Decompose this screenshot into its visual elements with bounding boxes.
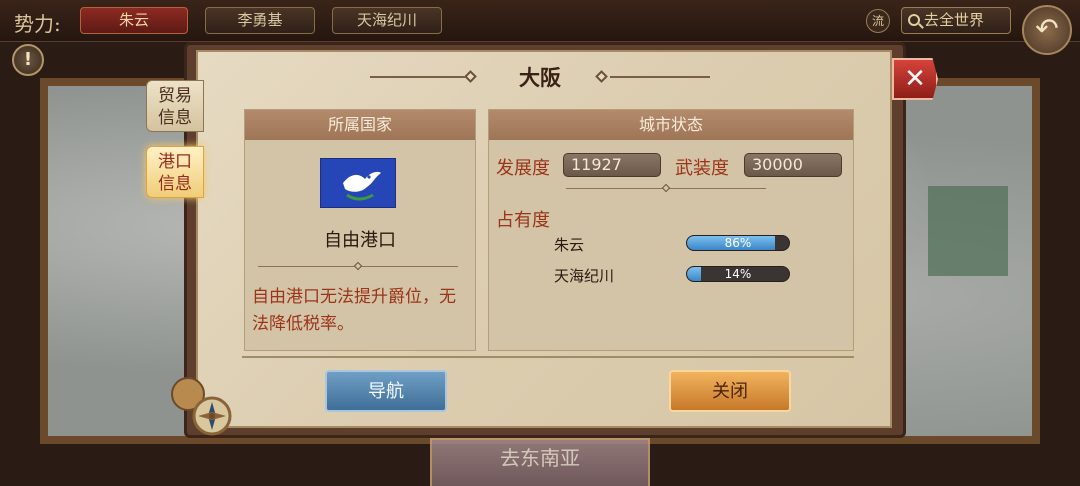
faction-tab-liyongji[interactable]: 李勇基 bbox=[205, 7, 315, 34]
occupancy-label: 占有度 bbox=[496, 210, 550, 231]
go-southeast-asia-plaque[interactable]: 去东南亚 bbox=[430, 438, 650, 486]
close-icon: ✕ bbox=[904, 64, 926, 94]
top-bar: 势力: 朱云 李勇基 天海纪川 流 去全世界 bbox=[0, 0, 1080, 42]
port-note: 自由港口无法提升爵位，无法降低税率。 bbox=[252, 287, 456, 334]
occupancy-bar: 14% bbox=[686, 266, 790, 282]
armament-label: 武装度 bbox=[675, 158, 729, 179]
flow-button[interactable]: 流 bbox=[866, 9, 890, 33]
back-button[interactable]: ↶ bbox=[1022, 5, 1072, 55]
development-value: 11927 bbox=[563, 153, 661, 177]
compass-icon bbox=[168, 372, 234, 438]
tab-port-info[interactable]: 港口信息 bbox=[146, 146, 204, 198]
armament-value: 30000 bbox=[744, 153, 842, 177]
search-icon bbox=[908, 14, 920, 26]
city-status-header: 城市状态 bbox=[489, 110, 853, 140]
go-world-button[interactable]: 去全世界 bbox=[901, 7, 1011, 34]
close-button[interactable]: 关闭 bbox=[669, 370, 791, 412]
navigate-button[interactable]: 导航 bbox=[325, 370, 447, 412]
tab-port-info-label: 港口信息 bbox=[158, 152, 192, 194]
footer-divider bbox=[242, 356, 854, 358]
country-panel-header: 所属国家 bbox=[245, 110, 475, 140]
back-arrow-icon: ↶ bbox=[1035, 12, 1059, 45]
dialog-close-button[interactable]: ✕ bbox=[892, 58, 938, 100]
title-ornament-right bbox=[610, 76, 710, 78]
faction-tab-zhuyun[interactable]: 朱云 bbox=[80, 7, 188, 34]
occupancy-bar: 86% bbox=[686, 235, 790, 251]
map-land bbox=[928, 186, 1008, 276]
faction-label: 势力: bbox=[14, 12, 61, 36]
port-type-name: 自由港口 bbox=[324, 230, 396, 251]
development-label: 发展度 bbox=[496, 158, 550, 179]
occupancy-bar-text: 86% bbox=[724, 236, 752, 250]
occupancy-bar-text: 14% bbox=[724, 267, 752, 281]
occupant-name: 天海纪川 bbox=[554, 267, 615, 285]
occupant-name: 朱云 bbox=[554, 236, 585, 254]
go-world-label: 去全世界 bbox=[924, 11, 985, 29]
dove-flag-icon bbox=[320, 158, 396, 208]
faction-tab-tianhai[interactable]: 天海纪川 bbox=[332, 7, 442, 34]
